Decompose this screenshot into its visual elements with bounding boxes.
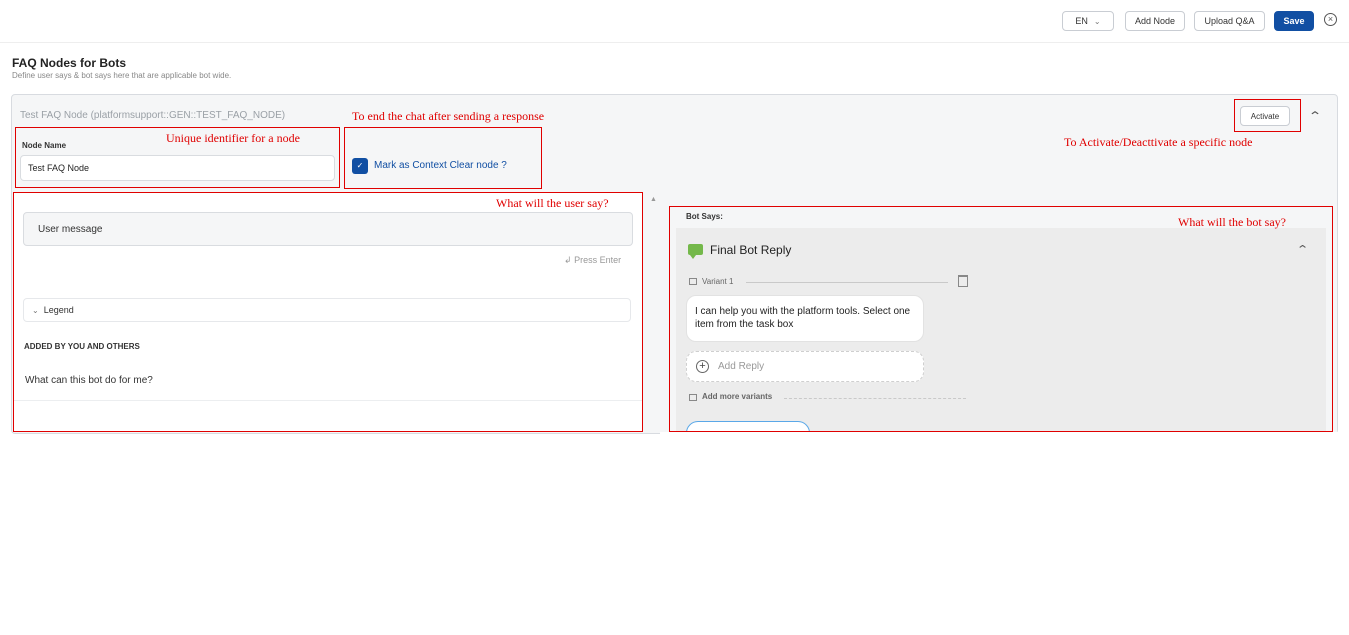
node-header: Test FAQ Node (platformsupport::GEN::TES…: [20, 110, 286, 121]
language-select[interactable]: EN ⌄: [1062, 11, 1114, 31]
page-title: FAQ Nodes for Bots: [12, 56, 127, 70]
annotation-box-bot-says: [669, 206, 1333, 432]
scroll-up-icon[interactable]: ▲: [650, 196, 657, 203]
chevron-up-icon[interactable]: ⌃: [1308, 109, 1322, 123]
annotation-bot-say: What will the bot say?: [1178, 215, 1286, 229]
close-icon[interactable]: ×: [1324, 13, 1337, 26]
annotation-box-activate: [1234, 99, 1301, 132]
panel-mask: [660, 432, 1340, 452]
chevron-down-icon: ⌄: [1093, 16, 1101, 26]
save-button[interactable]: Save: [1274, 11, 1314, 31]
annotation-user-say: What will the user say?: [496, 196, 609, 210]
panel-scrollbar[interactable]: ▲: [645, 192, 663, 432]
annotation-box-context-clear: [344, 127, 542, 189]
add-node-button[interactable]: Add Node: [1125, 11, 1185, 31]
annotation-node-identifier: Unique identifier for a node: [166, 131, 300, 145]
annotation-box-user-says: [13, 192, 643, 432]
upload-qa-button[interactable]: Upload Q&A: [1194, 11, 1265, 31]
language-value: EN: [1075, 16, 1088, 26]
page-subtitle: Define user says & bot says here that ar…: [12, 71, 232, 80]
annotation-end-chat: To end the chat after sending a response: [352, 109, 545, 123]
top-toolbar: EN ⌄ Add Node Upload Q&A Save ×: [0, 0, 1349, 43]
annotation-activate: To Activate/Deacttivate a specific node: [1064, 135, 1253, 149]
